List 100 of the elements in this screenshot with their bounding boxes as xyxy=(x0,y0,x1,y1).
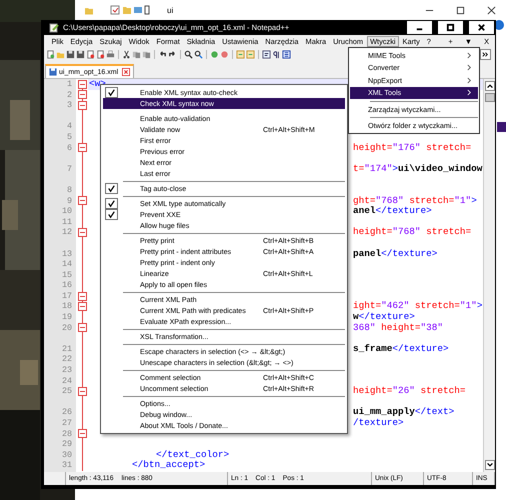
code-token: "26" xyxy=(392,385,415,396)
code-token: panel xyxy=(353,248,382,258)
code-token: /texture> xyxy=(353,417,404,428)
fold-marker-icon[interactable] xyxy=(78,143,86,152)
scroll-down-icon[interactable] xyxy=(484,460,494,470)
line-number: 30 xyxy=(62,450,72,460)
close-button[interactable] xyxy=(468,20,495,35)
fold-marker-icon[interactable] xyxy=(78,429,86,438)
line-number: 6 xyxy=(66,142,72,153)
close-icon xyxy=(477,23,486,32)
code-token: ight= xyxy=(353,300,382,312)
code-token: height= xyxy=(353,226,392,238)
minimize-button[interactable] xyxy=(406,20,433,35)
fold-marker-icon[interactable] xyxy=(78,323,86,332)
code-token: s_frame xyxy=(353,342,392,354)
code-token: "38" xyxy=(420,322,444,333)
toolbar-icon[interactable] xyxy=(168,50,177,59)
code-token: height= xyxy=(353,142,392,153)
code-token: > xyxy=(471,194,477,206)
toolbar-icon[interactable] xyxy=(272,50,281,59)
line-number: 1 xyxy=(66,79,72,89)
code-token: </text_color> xyxy=(156,448,230,460)
line-number: 5 xyxy=(66,132,72,142)
line-number: 18 xyxy=(62,301,72,312)
notepad-icon xyxy=(49,22,59,32)
line-number: 4 xyxy=(66,121,72,132)
line-number: 21 xyxy=(62,344,72,354)
fold-marker-icon[interactable] xyxy=(78,80,86,89)
code-token: "176" xyxy=(392,142,421,153)
code-token: "1" xyxy=(454,194,472,206)
code-token: stretch= xyxy=(425,226,472,238)
fold-marker-icon[interactable] xyxy=(78,100,86,110)
line-number: 29 xyxy=(62,439,72,450)
toolbar-icon[interactable] xyxy=(262,50,271,59)
code-token: 368" xyxy=(353,322,376,333)
toolbar-icon[interactable] xyxy=(184,50,193,59)
code-token: "462" xyxy=(381,300,410,312)
code-token: "768" xyxy=(376,194,404,206)
line-number: 22 xyxy=(62,354,72,364)
code-token: </texture> xyxy=(392,342,449,354)
toolbar-icon[interactable] xyxy=(194,50,203,59)
code-token: height= xyxy=(353,385,392,396)
code-token: "1" xyxy=(460,300,477,312)
toolbar-icon[interactable] xyxy=(158,50,167,59)
code-token: w xyxy=(353,311,359,322)
code-token: anel xyxy=(353,205,376,216)
code-token: ui_mm_apply xyxy=(353,406,415,418)
scroll-thumb[interactable] xyxy=(484,93,494,102)
line-number: 17 xyxy=(62,290,72,301)
toolbar-icon[interactable] xyxy=(76,50,85,59)
code-token: </texture> xyxy=(376,205,432,216)
line-number: 15 xyxy=(62,270,72,280)
line-number: 8 xyxy=(66,184,72,195)
fold-marker-icon[interactable] xyxy=(78,387,86,396)
code-token: "174" xyxy=(364,162,392,174)
fold-marker-icon[interactable] xyxy=(78,292,86,301)
code-token: </btn_accept> xyxy=(132,459,206,470)
scroll-up-icon[interactable] xyxy=(484,81,494,91)
toolbar-icon[interactable] xyxy=(66,50,75,59)
line-number: 9 xyxy=(66,196,72,206)
code-token: </texture> xyxy=(358,311,415,322)
scrollbar[interactable] xyxy=(483,79,495,472)
code-token: > xyxy=(476,300,482,312)
save-icon xyxy=(49,68,57,76)
fold-marker-icon[interactable] xyxy=(78,90,86,100)
line-number: 19 xyxy=(62,312,72,322)
toolbar-icon[interactable] xyxy=(282,50,291,59)
maximize-button[interactable] xyxy=(437,20,464,35)
code-token: stretch= xyxy=(414,300,460,312)
line-number: 25 xyxy=(62,386,72,396)
line-number: 20 xyxy=(62,322,72,333)
folder-icon xyxy=(85,6,93,14)
line-number: 24 xyxy=(62,376,72,386)
code-token: </texture> xyxy=(381,248,438,258)
line-number: 10 xyxy=(62,206,72,216)
line-number: 23 xyxy=(62,365,72,376)
fold-marker-icon[interactable] xyxy=(78,196,86,206)
line-number: 31 xyxy=(62,460,72,470)
code-token: height= xyxy=(380,322,421,333)
line-number: 16 xyxy=(62,280,72,290)
fold-marker-icon[interactable] xyxy=(78,228,86,238)
line-number: 7 xyxy=(66,164,72,174)
line-number: 14 xyxy=(62,259,72,270)
code-token: > xyxy=(392,162,398,174)
window-title: ui xyxy=(167,6,174,14)
line-number: 12 xyxy=(62,227,72,238)
code-token: "768" xyxy=(392,226,421,238)
line-number: 13 xyxy=(62,248,72,258)
code-token: t= xyxy=(353,162,364,174)
fold-marker-icon[interactable] xyxy=(78,302,86,312)
overflow-icon[interactable] xyxy=(480,49,491,60)
line-number: 28 xyxy=(62,428,72,439)
selection-bar xyxy=(497,122,506,132)
line-number: 3 xyxy=(66,100,72,110)
close-icon[interactable] xyxy=(487,6,496,14)
quick-access-icon[interactable] xyxy=(109,5,151,15)
line-number: 27 xyxy=(62,418,72,428)
toolbar-icon[interactable] xyxy=(122,50,131,59)
code-token: stretch= xyxy=(420,385,466,396)
code-token: stretch= xyxy=(408,194,454,206)
